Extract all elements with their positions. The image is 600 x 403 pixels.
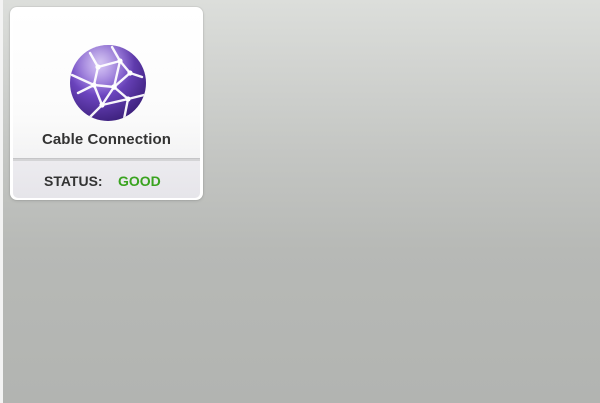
window-left-edge [0, 0, 3, 403]
network-globe-icon [68, 43, 148, 123]
status-bar: STATUS: GOOD [13, 161, 200, 198]
card-header: Cable Connection [13, 10, 200, 158]
status-label: STATUS: [44, 173, 103, 189]
status-value: GOOD [118, 173, 161, 189]
connection-title: Cable Connection [41, 131, 172, 148]
cable-connection-card[interactable]: Cable Connection STATUS: GOOD [10, 7, 203, 200]
